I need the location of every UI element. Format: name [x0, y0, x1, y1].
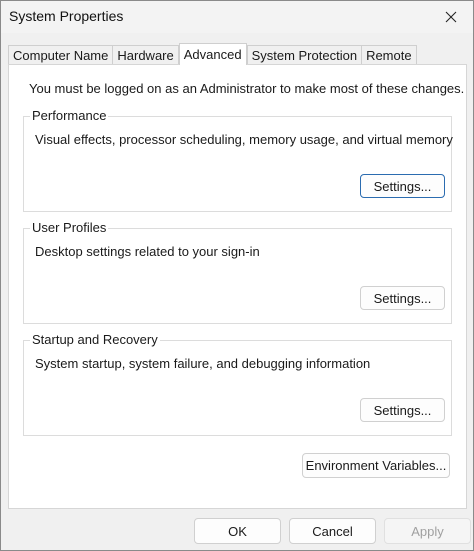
tab-system-protection[interactable]: System Protection	[246, 45, 363, 65]
performance-group: Performance Visual effects, processor sc…	[23, 108, 453, 212]
close-icon	[445, 11, 457, 23]
performance-settings-button[interactable]: Settings...	[360, 174, 445, 198]
tab-label: Advanced	[183, 47, 242, 62]
startup-recovery-settings-button[interactable]: Settings...	[360, 398, 445, 422]
tab-label: Computer Name	[13, 48, 109, 63]
environment-variables-button[interactable]: Environment Variables...	[302, 453, 450, 478]
user-profiles-label: User Profiles	[30, 220, 109, 235]
performance-label: Performance	[30, 108, 109, 123]
title-bar[interactable]: System Properties	[1, 1, 473, 33]
ok-button[interactable]: OK	[194, 518, 281, 544]
system-properties-window: System Properties Computer Name Hardware…	[0, 0, 474, 551]
tab-computer-name[interactable]: Computer Name	[8, 45, 114, 65]
startup-recovery-group: Startup and Recovery System startup, sys…	[23, 332, 452, 436]
performance-description: Visual effects, processor scheduling, me…	[35, 132, 453, 147]
tab-label: Hardware	[117, 48, 174, 63]
admin-note: You must be logged on as an Administrato…	[29, 81, 465, 96]
user-profiles-settings-button[interactable]: Settings...	[360, 286, 445, 310]
user-profiles-group: User Profiles Desktop settings related t…	[23, 220, 452, 324]
tab-advanced[interactable]: Advanced	[178, 43, 247, 65]
tab-label: Remote	[366, 48, 412, 63]
apply-button[interactable]: Apply	[384, 518, 471, 544]
tab-label: System Protection	[251, 48, 358, 63]
tab-remote[interactable]: Remote	[361, 45, 417, 65]
cancel-button[interactable]: Cancel	[289, 518, 376, 544]
window-title: System Properties	[9, 8, 124, 24]
close-button[interactable]	[429, 1, 473, 33]
user-profiles-description: Desktop settings related to your sign-in	[35, 244, 260, 259]
startup-recovery-label: Startup and Recovery	[30, 332, 160, 347]
startup-recovery-description: System startup, system failure, and debu…	[35, 356, 371, 371]
advanced-tab-panel: You must be logged on as an Administrato…	[8, 64, 467, 509]
tab-strip: Computer Name Hardware Advanced System P…	[8, 43, 417, 65]
tab-hardware[interactable]: Hardware	[112, 45, 179, 65]
